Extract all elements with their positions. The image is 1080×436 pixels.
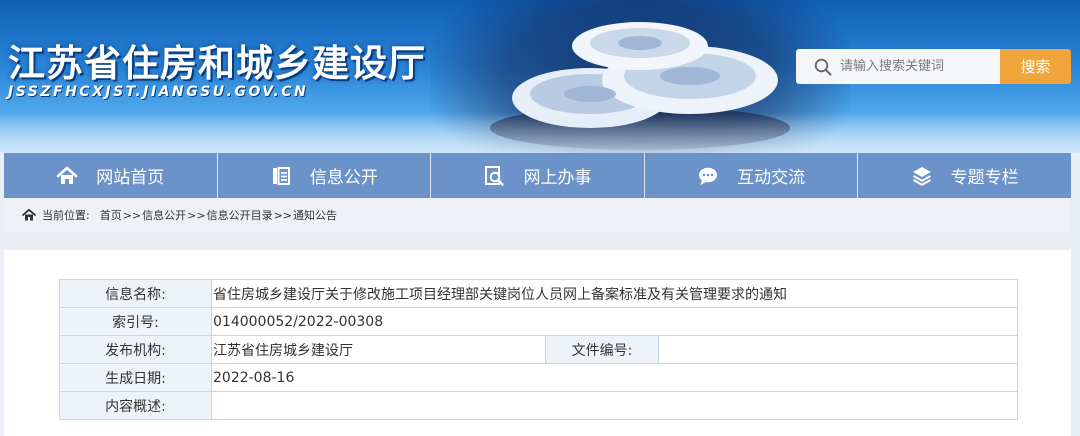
nav-item-home[interactable]: 网站首页: [4, 153, 218, 198]
table-row: 内容概述:: [59, 391, 1018, 420]
nav-label: 互动交流: [737, 168, 806, 188]
breadcrumb-item-home[interactable]: 首页: [100, 207, 122, 223]
search-button[interactable]: 搜索: [1000, 49, 1071, 84]
summary-value: [211, 391, 1018, 420]
info-metadata-table: 信息名称: 省住房城乡建设厅关于修改施工项目经理部关键岗位人员网上备案标准及有关…: [59, 279, 1018, 420]
breadcrumb-separator: >>: [122, 208, 142, 222]
info-name-label: 信息名称:: [59, 279, 212, 308]
content-panel: 信息名称: 省住房城乡建设厅关于修改施工项目经理部关键岗位人员网上备案标准及有关…: [4, 250, 1071, 436]
nav-item-online-service[interactable]: 网上办事: [431, 153, 645, 198]
chat-icon: [699, 167, 718, 185]
search-box[interactable]: [796, 49, 1000, 84]
banner-city-fade: [0, 113, 1080, 153]
nav-label: 专题专栏: [950, 168, 1019, 188]
nav-item-info-public[interactable]: 信息公开: [218, 153, 432, 198]
nav-label: 网站首页: [96, 168, 165, 188]
index-number-label: 索引号:: [59, 307, 212, 336]
breadcrumb-separator: >>: [187, 208, 206, 222]
publisher-label: 发布机构:: [59, 335, 212, 364]
table-row: 索引号: 014000052/2022-00308: [59, 307, 1018, 336]
main-nav: 网站首页 信息公开 网上办事 互动交流 专题专栏: [4, 153, 1071, 198]
breadcrumb: 当前位置: 首页 >> 信息公开 >> 信息公开目录 >> 通知公告: [4, 198, 1071, 232]
site-domain: JSSZFHCXJST.JIANGSU.GOV.CN: [8, 84, 309, 100]
site-title[interactable]: 江苏省住房和城乡建设厅: [8, 33, 426, 87]
search-doc-icon: [485, 165, 505, 186]
layers-icon: [912, 166, 931, 186]
doc-number-value: [658, 335, 1018, 364]
info-name-value: 省住房城乡建设厅关于修改施工项目经理部关键岗位人员网上备案标准及有关管理要求的通…: [211, 279, 1018, 308]
nav-item-interaction[interactable]: 互动交流: [645, 153, 859, 198]
home-icon: [22, 208, 36, 221]
nav-label: 网上办事: [523, 168, 592, 188]
breadcrumb-item-info-public[interactable]: 信息公开: [142, 207, 186, 223]
date-label: 生成日期:: [59, 363, 212, 392]
index-number-value: 014000052/2022-00308: [211, 307, 1018, 336]
doc-number-label: 文件编号:: [545, 335, 659, 364]
table-row: 信息名称: 省住房城乡建设厅关于修改施工项目经理部关键岗位人员网上备案标准及有关…: [59, 279, 1018, 308]
breadcrumb-item-notices[interactable]: 通知公告: [293, 207, 337, 223]
breadcrumb-separator: >>: [273, 208, 293, 222]
nav-label: 信息公开: [309, 168, 378, 188]
table-row: 发布机构: 江苏省住房城乡建设厅 文件编号:: [59, 335, 1018, 364]
breadcrumb-label: 当前位置:: [42, 209, 90, 222]
nav-item-special-topics[interactable]: 专题专栏: [858, 153, 1071, 198]
search-icon: [814, 58, 832, 75]
home-icon: [56, 166, 78, 184]
header-banner: 江苏省住房和城乡建设厅 JSSZFHCXJST.JIANGSU.GOV.CN 搜…: [0, 0, 1080, 153]
summary-label: 内容概述:: [59, 391, 212, 420]
document-list-icon: [272, 166, 290, 185]
breadcrumb-item-catalog[interactable]: 信息公开目录: [207, 207, 273, 223]
table-row: 生成日期: 2022-08-16: [59, 363, 1018, 392]
search-input[interactable]: [840, 59, 990, 74]
date-value: 2022-08-16: [211, 363, 1018, 392]
publisher-value: 江苏省住房城乡建设厅: [211, 335, 546, 364]
